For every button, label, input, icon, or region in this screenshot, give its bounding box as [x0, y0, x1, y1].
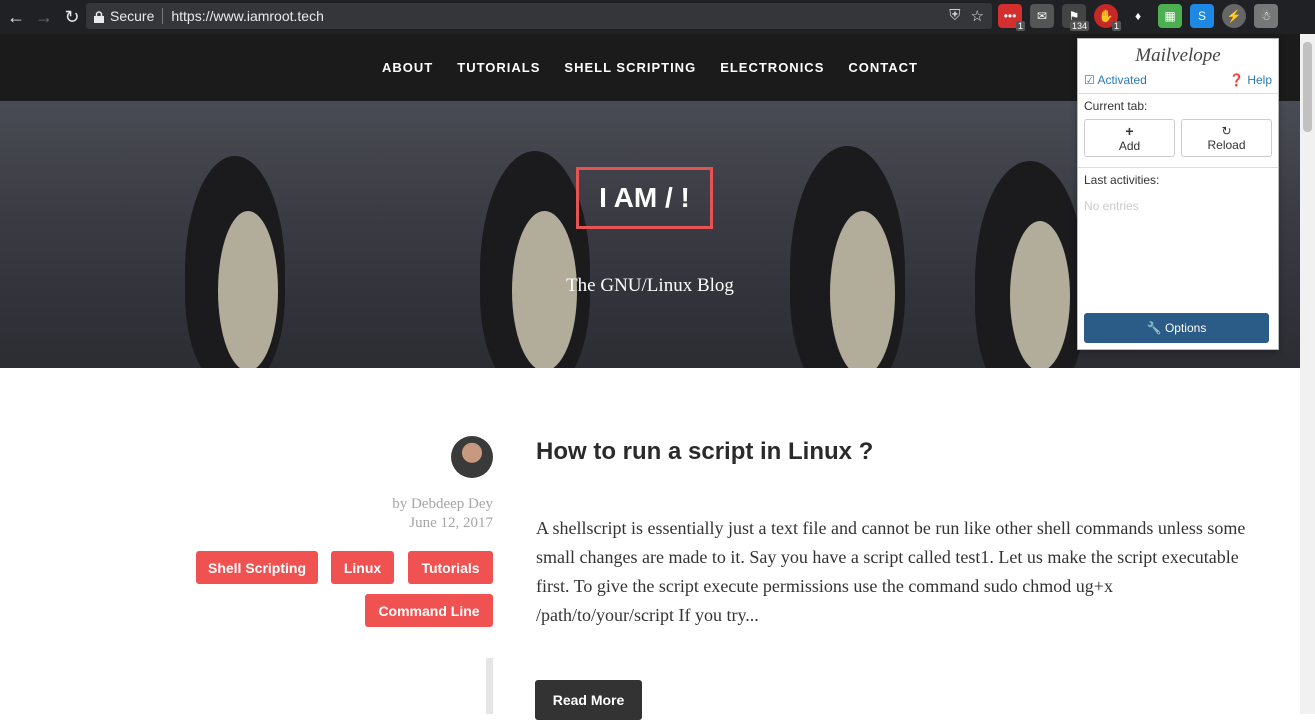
nav-electronics[interactable]: ELECTRONICS: [720, 60, 824, 75]
tag-linux[interactable]: Linux: [331, 551, 394, 584]
divider: [486, 658, 493, 714]
post-author: by Debdeep Dey: [392, 496, 493, 512]
help-icon: ❓: [1229, 73, 1244, 87]
s-ext-icon[interactable]: S: [1190, 4, 1214, 28]
current-tab-label: Current tab:: [1084, 99, 1148, 113]
post-title[interactable]: How to run a script in Linux ?: [536, 438, 873, 466]
forward-icon[interactable]: →: [32, 5, 56, 29]
nav-tutorials[interactable]: TUTORIALS: [457, 60, 540, 75]
read-more-button[interactable]: Read More: [535, 680, 642, 720]
bookmark-star-icon[interactable]: ☆: [971, 7, 984, 25]
scrollbar-thumb[interactable]: [1303, 42, 1312, 132]
refresh-icon: ↻: [1221, 124, 1232, 138]
add-button[interactable]: + Add: [1084, 119, 1175, 157]
shield-icon[interactable]: ⛨: [949, 7, 960, 25]
extension-bar: ••• 1 ✉ ⚑ 134 ✋ 1 ♦ ▦ S ⚡ ☃: [998, 4, 1278, 31]
secure-label: Secure: [110, 8, 155, 24]
reload-icon[interactable]: ↻: [60, 5, 84, 29]
address-bar[interactable]: Secure https://www.iamroot.tech ⛨ ☆: [86, 3, 992, 29]
browser-toolbar: ← → ↻ Secure https://www.iamroot.tech ⛨ …: [0, 0, 1315, 34]
help-link[interactable]: ❓ Help: [1229, 73, 1272, 87]
nav-shell-scripting[interactable]: SHELL SCRIPTING: [564, 60, 696, 75]
site-logo[interactable]: I AM / !: [576, 167, 713, 229]
activated-toggle[interactable]: ☑ Activated: [1084, 73, 1147, 87]
post-date: June 12, 2017: [409, 515, 493, 531]
back-icon[interactable]: ←: [4, 5, 28, 29]
diamond-icon[interactable]: ♦: [1126, 4, 1150, 28]
nav-about[interactable]: ABOUT: [382, 60, 433, 75]
divider: [162, 8, 164, 24]
tag-tutorials[interactable]: Tutorials: [408, 551, 493, 584]
feed-icon[interactable]: ⚑ 134: [1062, 4, 1089, 31]
author-avatar: [451, 436, 493, 478]
lastpass-icon[interactable]: ••• 1: [998, 4, 1025, 31]
mailvelope-popup: Mailvelope ☑ Activated ❓ Help Current ta…: [1077, 38, 1279, 350]
mail-icon[interactable]: ✉: [1030, 4, 1054, 28]
nav-contact[interactable]: CONTACT: [848, 60, 918, 75]
url-text[interactable]: https://www.iamroot.tech: [171, 8, 324, 24]
mailvelope-ext-icon[interactable]: ☃: [1254, 4, 1278, 28]
reload-button[interactable]: ↻ Reload: [1181, 119, 1272, 157]
plus-icon: +: [1125, 123, 1134, 139]
green-ext-icon[interactable]: ▦: [1158, 4, 1182, 28]
wrench-icon: 🔧: [1146, 321, 1162, 335]
no-entries-text: No entries: [1084, 199, 1139, 213]
last-activities-label: Last activities:: [1084, 173, 1160, 187]
page-scrollbar[interactable]: [1300, 34, 1315, 714]
options-button[interactable]: 🔧 Options: [1084, 313, 1269, 343]
check-icon: ☑: [1084, 73, 1095, 87]
tag-command-line[interactable]: Command Line: [365, 594, 493, 627]
post-excerpt: A shellscript is essentially just a text…: [536, 518, 1246, 625]
adblock-icon[interactable]: ✋ 1: [1094, 4, 1121, 31]
bolt-icon[interactable]: ⚡: [1222, 4, 1246, 28]
mailvelope-logo: Mailvelope: [1135, 45, 1221, 66]
lock-icon: [94, 10, 104, 23]
tag-shell-scripting[interactable]: Shell Scripting: [196, 551, 318, 584]
